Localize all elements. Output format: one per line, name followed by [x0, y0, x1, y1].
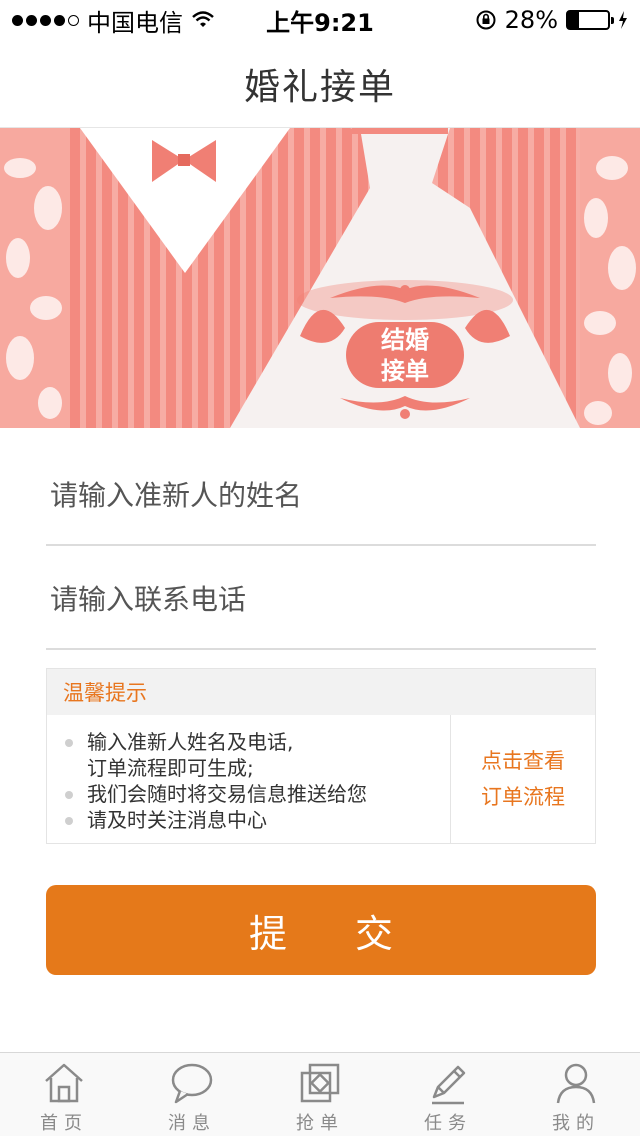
- battery-fill: [568, 12, 580, 28]
- tab-messages-label: 消息: [168, 1113, 216, 1134]
- tip-item: 输入准新人姓名及电话, 订单流程即可生成;: [63, 729, 450, 781]
- badge-text-line1: 结婚: [381, 326, 429, 354]
- nav-bar: 婚礼接单: [0, 40, 640, 128]
- phone-field-container: [46, 550, 596, 650]
- bullet-icon: [65, 791, 73, 799]
- tab-tasks-label: 任务: [424, 1113, 472, 1134]
- bullet-icon: [65, 739, 73, 747]
- view-order-flow-link[interactable]: 点击查看 订单流程: [451, 715, 595, 843]
- profile-icon: [556, 1063, 596, 1104]
- view-order-flow-line2: 订单流程: [481, 785, 565, 809]
- name-input[interactable]: [46, 446, 596, 544]
- tip-text: 输入准新人姓名及电话,: [87, 730, 294, 754]
- submit-button[interactable]: 提 交: [46, 885, 596, 975]
- tab-profile[interactable]: 我的: [512, 1053, 640, 1136]
- banner-illustration: 结婚 接单: [0, 128, 640, 428]
- task-icon: [432, 1065, 466, 1105]
- signal-strength-icon: [12, 14, 79, 26]
- tip-item: 我们会随时将交易信息推送给您: [63, 781, 450, 807]
- tip-text: 请及时关注消息中心: [87, 808, 267, 832]
- battery-percent: 28%: [504, 6, 558, 34]
- tab-tasks[interactable]: 任务: [384, 1053, 512, 1136]
- phone-input[interactable]: [46, 550, 596, 648]
- status-bar: 中国电信 上午9:21 28%: [0, 0, 640, 40]
- tip-item: 请及时关注消息中心: [63, 807, 450, 833]
- status-right: 28%: [475, 6, 628, 34]
- tab-home-label: 首页: [40, 1113, 88, 1134]
- tips-list: 输入准新人姓名及电话, 订单流程即可生成; 我们会随时将交易信息推送给您 请及时…: [47, 715, 451, 843]
- tab-home[interactable]: 首页: [0, 1053, 128, 1136]
- wedding-banner: 结婚 接单: [0, 128, 640, 428]
- rotation-lock-icon: [476, 10, 496, 30]
- battery-icon: [566, 10, 614, 30]
- tips-panel: 温馨提示 输入准新人姓名及电话, 订单流程即可生成; 我们会随时将交易信息推送给…: [46, 668, 596, 844]
- status-left: 中国电信: [12, 3, 215, 38]
- bullet-icon: [65, 817, 73, 825]
- home-icon: [45, 1063, 83, 1103]
- message-icon: [171, 1063, 213, 1104]
- tab-messages[interactable]: 消息: [128, 1053, 256, 1136]
- view-order-flow-line1: 点击查看: [481, 749, 565, 773]
- wifi-icon: [192, 11, 214, 27]
- tab-bar: 首页 消息 抢单 任务 我的: [0, 1052, 640, 1136]
- tab-profile-label: 我的: [552, 1113, 600, 1134]
- badge-text-line2: 接单: [381, 357, 429, 385]
- tips-title: 温馨提示: [47, 669, 595, 715]
- tip-text: 我们会随时将交易信息推送给您: [87, 782, 367, 806]
- grab-order-icon: [300, 1063, 340, 1103]
- page-title: 婚礼接单: [243, 66, 396, 108]
- tips-body: 输入准新人姓名及电话, 订单流程即可生成; 我们会随时将交易信息推送给您 请及时…: [47, 715, 595, 843]
- tab-grab-order-label: 抢单: [296, 1113, 344, 1134]
- tip-text: 订单流程即可生成;: [87, 756, 254, 780]
- name-field-container: [46, 446, 596, 546]
- carrier-name: 中国电信: [87, 8, 183, 37]
- tab-grab-order[interactable]: 抢单: [256, 1053, 384, 1136]
- charging-icon: [619, 11, 627, 29]
